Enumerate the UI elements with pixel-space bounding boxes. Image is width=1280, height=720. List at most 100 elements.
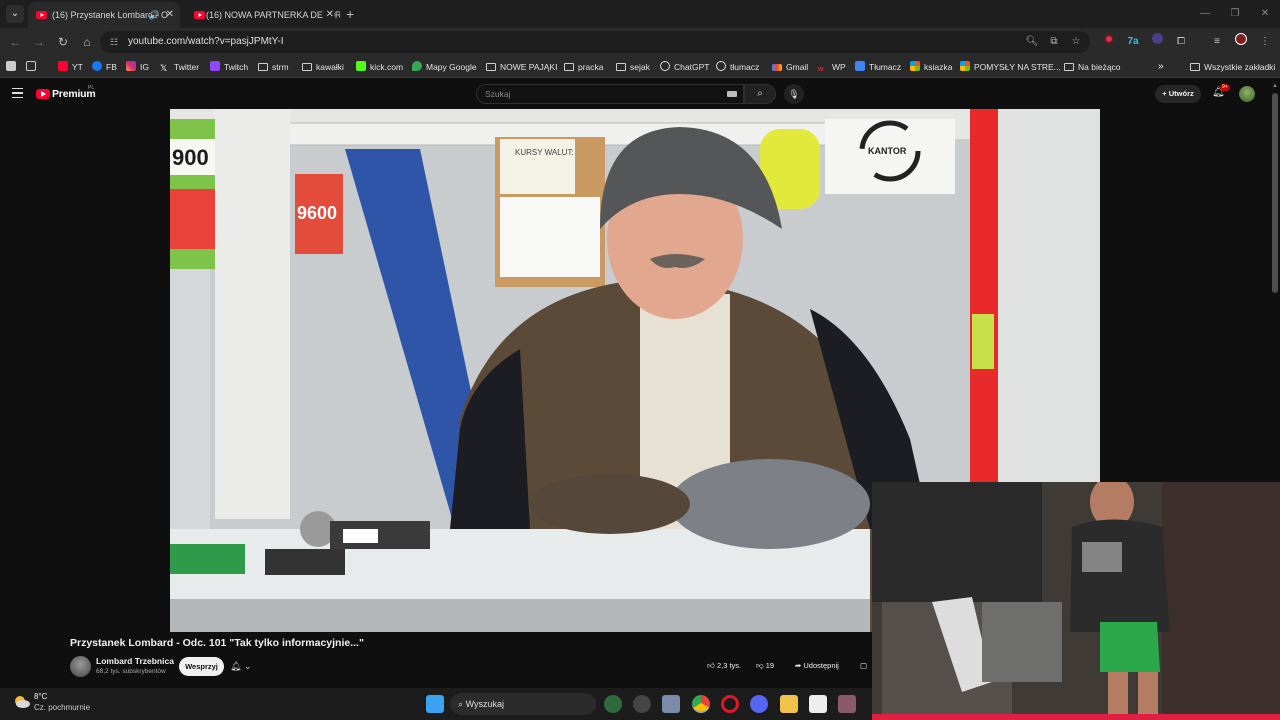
tab-przystanek-lombard[interactable]: (16) Przystanek Lombard - O 🔊 ✕ <box>28 2 180 28</box>
more-bookmarks-icon[interactable]: » <box>1158 56 1164 78</box>
search-input[interactable]: Szukaj <box>476 84 744 104</box>
weather-description[interactable]: Cz. pochmurnie <box>34 703 90 712</box>
bookmark-yt[interactable]: YT <box>58 56 83 78</box>
app-icon[interactable] <box>809 695 827 713</box>
guide-menu-icon[interactable] <box>12 88 23 98</box>
app-icon[interactable] <box>838 695 856 713</box>
share-button[interactable]: ➦ Udostępnij <box>795 656 849 676</box>
minimize-icon[interactable]: — <box>1190 0 1220 28</box>
scrollbar-thumb[interactable] <box>1272 93 1278 293</box>
url-text[interactable]: youtube.com/watch?v=pasjJPMtY-I <box>128 31 284 53</box>
close-tab-icon[interactable]: ✕ <box>322 2 334 28</box>
reading-list-icon[interactable]: ≡ <box>1208 33 1226 51</box>
folder-icon <box>258 63 268 71</box>
bookmark-ig[interactable]: IG <box>126 56 149 78</box>
subscription-bell-button[interactable]: 🔔︎ ⌄ <box>230 657 264 676</box>
bookmark-pomysly[interactable]: POMYSŁY NA STRE... <box>960 56 1061 78</box>
bookmark-apps-icon[interactable] <box>6 56 20 78</box>
keyboard-icon[interactable] <box>727 91 737 97</box>
site-info-icon[interactable]: ☷ <box>110 31 118 53</box>
taskbar-search[interactable]: ⌕ Wyszukaj <box>450 693 596 715</box>
chatgpt-icon <box>660 61 670 71</box>
menu-kebab-icon[interactable]: ⋮ <box>1256 33 1274 51</box>
cloudy-weather-icon[interactable] <box>12 694 30 708</box>
bookmark-kawalki[interactable]: kawałki <box>302 56 344 78</box>
start-windows-icon[interactable] <box>426 695 444 713</box>
youtube-favicon-icon <box>36 11 47 19</box>
cast-icon[interactable]: ⧉ <box>1046 34 1062 50</box>
bookmark-gmail[interactable]: Gmail <box>772 56 808 78</box>
bookmark-wp[interactable]: w WP <box>818 56 846 78</box>
search-button[interactable]: ⌕ <box>744 84 776 104</box>
back-icon[interactable]: ← <box>6 33 24 51</box>
speaker-icon[interactable]: 🔊 <box>149 2 160 28</box>
reload-icon[interactable]: ↻ <box>54 33 72 51</box>
tab-groups-icon[interactable] <box>26 56 40 78</box>
notification-badge: 9+ <box>1220 84 1230 91</box>
create-button[interactable]: + Utwórz <box>1155 85 1201 103</box>
tab-nowa-partnerka[interactable]: (16) NOWA PARTNERKA DELORO ✕ <box>186 2 340 28</box>
app-icon[interactable] <box>633 695 651 713</box>
close-window-icon[interactable]: ✕ <box>1250 0 1280 28</box>
zoom-icon[interactable]: 🔍︎ <box>1024 34 1040 50</box>
x-icon: 𝕏 <box>160 63 168 73</box>
bookmark-sejak[interactable]: sejak <box>616 56 650 78</box>
youtube-favicon-icon <box>194 11 205 19</box>
discord-icon[interactable] <box>750 695 768 713</box>
bookmark-tlumacz[interactable]: tłumacz <box>716 56 759 78</box>
account-avatar[interactable] <box>1239 86 1255 102</box>
extensions-puzzle-icon[interactable]: ⧠ <box>1172 33 1190 51</box>
bookmark-pracka[interactable]: pracka <box>564 56 604 78</box>
support-button[interactable]: Wesprzyj <box>179 657 224 676</box>
bookmark-kick[interactable]: kick.com <box>356 56 403 78</box>
home-icon[interactable]: ⌂ <box>78 33 96 51</box>
like-button[interactable]: 👍︎ 2,3 tys. <box>704 656 748 676</box>
region-code: PL <box>88 85 95 91</box>
chrome-icon[interactable] <box>692 695 710 713</box>
weather-temperature[interactable]: 8°C <box>34 692 47 701</box>
bookmark-ksiazka[interactable]: ksiazka <box>910 56 952 78</box>
bookmark-strm[interactable]: strm <box>258 56 289 78</box>
bookmark-chatgpt[interactable]: ChatGPT <box>660 56 709 78</box>
all-bookmarks[interactable]: Wszystkie zakładki <box>1190 56 1275 78</box>
bookmark-twitter[interactable]: 𝕏 Twitter <box>160 56 199 78</box>
navigation-bar: ← → ↻ ⌂ ☷ youtube.com/watch?v=pasjJPMtY-… <box>0 28 1280 56</box>
bookmark-star-icon[interactable]: ☆ <box>1068 34 1084 50</box>
translate-icon <box>716 61 726 71</box>
kantor-sign: KANTOR <box>868 146 907 156</box>
opera-icon[interactable] <box>721 695 739 713</box>
bookmark-mapy-google[interactable]: Mapy Google <box>412 56 477 78</box>
channel-avatar[interactable] <box>70 656 91 677</box>
bookmark-google-tlumacz[interactable]: Tłumacz <box>855 56 901 78</box>
extension-icon[interactable] <box>1148 33 1166 51</box>
app-icon[interactable] <box>604 695 622 713</box>
record-extension-icon[interactable] <box>1100 33 1118 51</box>
app-icon[interactable] <box>662 695 680 713</box>
file-explorer-icon[interactable] <box>780 695 798 713</box>
bookmark-nowe-pajaki[interactable]: NOWE PAJĄKI <box>486 56 557 78</box>
forward-icon[interactable]: → <box>30 33 48 51</box>
wp-icon: w <box>818 66 824 73</box>
windows-icon <box>910 61 920 71</box>
profile-icon[interactable] <box>1232 33 1250 51</box>
save-icon[interactable]: ▢ <box>860 656 872 676</box>
kick-icon <box>356 61 366 71</box>
bookmark-na-biezaco[interactable]: Na bieżąco <box>1064 56 1121 78</box>
channel-name[interactable]: Lombard Trzebnica <box>96 656 174 666</box>
maximize-icon[interactable]: ❐ <box>1220 0 1250 28</box>
share-icon: ➦ <box>795 661 802 670</box>
close-tab-icon[interactable]: ✕ <box>166 2 174 28</box>
scroll-up-icon[interactable]: ▲ <box>1272 83 1278 89</box>
youtube-logo-icon[interactable] <box>36 89 50 99</box>
folder-icon <box>486 63 496 71</box>
new-tab-button[interactable]: + <box>346 2 354 26</box>
translate-extension-icon[interactable]: 7a <box>1124 33 1142 51</box>
twitch-icon <box>210 61 220 71</box>
tab-search-button[interactable]: ⌄ <box>6 5 24 23</box>
voice-search-icon[interactable]: 🎙︎ <box>784 84 804 104</box>
google-translate-icon <box>855 61 865 71</box>
bookmark-twitch[interactable]: Twitch <box>210 56 248 78</box>
address-bar[interactable]: ☷ youtube.com/watch?v=pasjJPMtY-I 🔍︎ ⧉ ☆ <box>100 31 1090 53</box>
bookmark-fb[interactable]: FB <box>92 56 117 78</box>
dislike-button[interactable]: 👎︎ 19 <box>756 656 786 676</box>
